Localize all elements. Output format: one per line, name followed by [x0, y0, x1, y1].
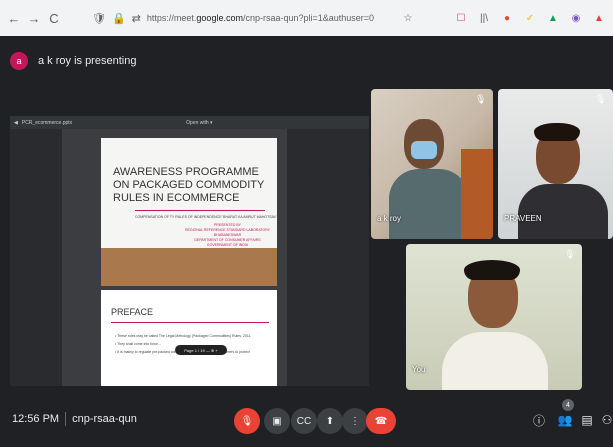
permissions-icon[interactable]: ⇄ — [132, 12, 141, 25]
preface-line: • These rules may be called The Legal Me… — [115, 334, 252, 338]
participant-tile-you[interactable]: You 🎙 — [406, 244, 582, 390]
extension-1-icon[interactable]: ● — [499, 10, 515, 26]
presenting-banner: a a k roy is presenting — [0, 36, 613, 86]
extension-5-icon[interactable]: ▲ — [591, 10, 607, 26]
preface-divider — [111, 322, 269, 323]
chat-icon[interactable]: ▤ — [578, 411, 596, 429]
forward-arrow-icon[interactable]: → — [26, 10, 42, 26]
back-arrow-icon[interactable]: ← — [6, 10, 22, 26]
people-icon[interactable]: 👥 — [556, 411, 574, 429]
people-count-badge: 4 — [562, 399, 574, 411]
mic-off-icon: 🎙 — [595, 94, 607, 104]
slide-page-1: AWARENESS PROGRAMME ON PACKAGED COMMODIT… — [101, 138, 277, 286]
extension-3-icon[interactable]: ▲ — [545, 10, 561, 26]
presenting-label: a k roy is presenting — [38, 55, 137, 67]
mic-off-icon: 🎙 — [564, 249, 576, 259]
participant-tile-akroy[interactable]: a k roy 🎙 — [371, 89, 493, 239]
divider — [65, 411, 67, 426]
participant-name: You — [412, 365, 426, 374]
avatar: a — [10, 52, 28, 70]
address-bar[interactable]: 🛡 🔒 ⇄ https://meet.google.com/cnp-rsaa-q… — [84, 6, 393, 30]
mic-off-icon: 🎙 — [475, 94, 487, 104]
library-icon[interactable]: ||\ — [476, 10, 492, 26]
slide-subtitle: COMPENSATION OF TY RULES OF INDEPENDENCE… — [135, 215, 277, 219]
star-bookmark-icon[interactable]: ☆ — [400, 10, 416, 26]
reload-icon[interactable]: C — [46, 10, 62, 26]
pdf-file-name: PCR_ecommerce.pptx — [21, 119, 73, 126]
activities-icon[interactable]: ⚇ — [598, 411, 613, 429]
pdf-back-icon: ◀ — [14, 119, 18, 126]
browser-toolbar: ← → C 🛡 🔒 ⇄ https://meet.google.com/cnp-… — [0, 0, 613, 36]
more-options-button[interactable]: ⋮ — [342, 408, 368, 434]
open-with-button: Open with ▾ — [186, 119, 213, 126]
camera-toggle-button[interactable]: ▣ — [264, 408, 290, 434]
pdf-sidebar — [10, 129, 62, 386]
shared-screen[interactable]: ◀ PCR_ecommerce.pptx Open with ▾ AWARENE… — [10, 116, 369, 386]
lock-icon[interactable]: 🔒 — [112, 12, 126, 25]
meeting-time: 12:56 PM — [12, 412, 60, 425]
leave-call-button[interactable]: ☎ — [366, 408, 396, 434]
pdf-toolbar: ◀ PCR_ecommerce.pptx Open with ▾ — [10, 116, 369, 129]
pdf-zoom-bar: Page 1 / 19 — ⊕ + — [175, 345, 227, 355]
slide-presenters: PRESENTED BY REGIONAL REFERENCE STANDARD… — [185, 223, 270, 247]
slide-divider — [135, 210, 265, 211]
preface-title: PREFACE — [111, 307, 154, 317]
pocket-icon[interactable]: ☐ — [453, 10, 469, 26]
participant-tile-praveen[interactable]: PRAVEEN 🎙 — [498, 89, 613, 239]
url-text[interactable]: https://meet.google.com/cnp-rsaa-qun?pli… — [147, 13, 374, 23]
mic-toggle-button[interactable]: 🎙 — [234, 408, 260, 434]
pdf-right-panel — [287, 129, 369, 386]
slide-page-2: PREFACE • These rules may be called The … — [101, 290, 277, 386]
participant-name: a k roy — [377, 214, 402, 223]
slide-title: AWARENESS PROGRAMME ON PACKAGED COMMODIT… — [113, 166, 265, 204]
extension-2-icon[interactable]: ✓ — [522, 10, 538, 26]
preface-line: • They shall come into force... — [115, 342, 161, 346]
shield-icon[interactable]: 🛡 — [92, 12, 106, 25]
present-button[interactable]: ⬆ — [317, 408, 343, 434]
participant-name: PRAVEEN — [504, 214, 542, 223]
meeting-details-icon[interactable]: ⓘ — [530, 411, 548, 429]
captions-button[interactable]: CC — [291, 408, 317, 434]
meeting-code: cnp-rsaa-qun — [72, 412, 137, 425]
meeting-controls-bar: 12:56 PM cnp-rsaa-qun 🎙 ▣ CC ⬆ ⋮ ☎ ⓘ 👥 4… — [0, 390, 613, 447]
extension-4-icon[interactable]: ◉ — [568, 10, 584, 26]
